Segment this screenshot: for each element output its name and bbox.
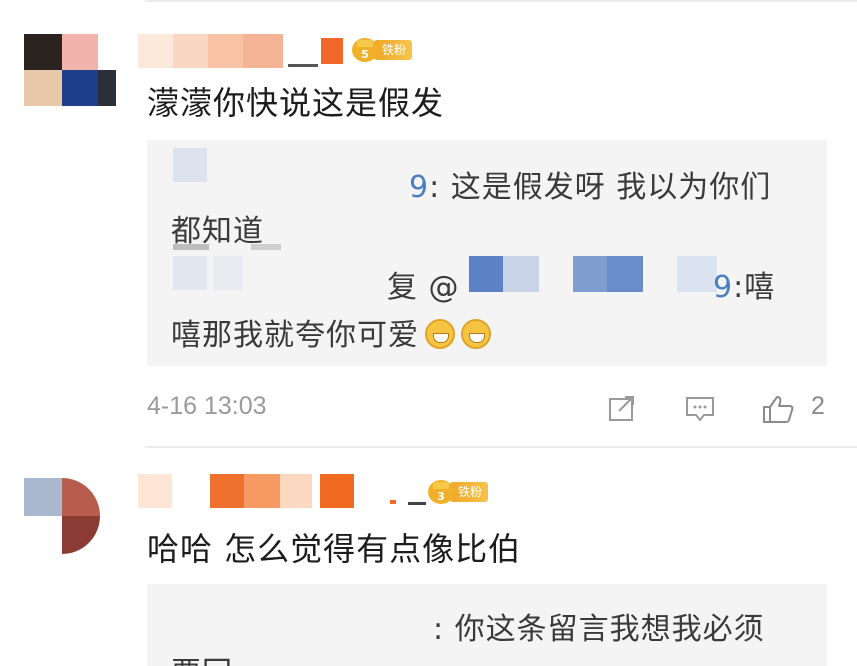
fan-badge-label: 铁粉: [374, 40, 413, 60]
crown-icon: 5: [352, 38, 378, 62]
divider: [145, 446, 857, 448]
fan-badge[interactable]: 5 铁粉: [352, 38, 413, 62]
reply-username[interactable]: 9: [409, 170, 429, 205]
timestamp: 4-16 13:03: [147, 392, 267, 420]
comment-text: 哈哈 怎么觉得有点像比伯: [147, 530, 522, 568]
crown-icon: 3: [428, 480, 454, 504]
username[interactable]: [138, 34, 538, 70]
comment-text: 濛濛你快说这是假发: [147, 84, 445, 122]
grin-emoji-icon: [425, 319, 455, 349]
reply-line: 嘻那我就夸你可爱: [171, 310, 491, 354]
grin-emoji-icon: [461, 319, 491, 349]
avatar[interactable]: [24, 478, 100, 554]
reply-box[interactable]: 9: 这是假发呀 我以为你们 都知道 复 @ 9:嘻 嘻那我就夸你可爱: [147, 140, 827, 366]
thumbs-up-icon[interactable]: [761, 394, 795, 424]
comment-meta: 4-16 13:03 2: [147, 392, 837, 428]
reply-line: 9:嘻: [713, 270, 776, 305]
like-count: 2: [811, 392, 825, 420]
reply-line: 要回: [171, 648, 233, 666]
comment-icon[interactable]: [683, 394, 717, 424]
fan-badge[interactable]: 3 铁粉: [428, 480, 489, 504]
share-icon[interactable]: [605, 394, 639, 424]
top-divider: [145, 0, 857, 2]
reply-line: 复 @: [387, 270, 460, 305]
fan-badge-label: 铁粉: [450, 482, 489, 502]
reply-line: : 你这条留言我想我必须: [433, 612, 765, 647]
reply-box[interactable]: : 你这条留言我想我必须 要回: [147, 584, 827, 666]
avatar[interactable]: [24, 34, 116, 106]
reply-line: 9: 这是假发呀 我以为你们: [409, 170, 772, 205]
